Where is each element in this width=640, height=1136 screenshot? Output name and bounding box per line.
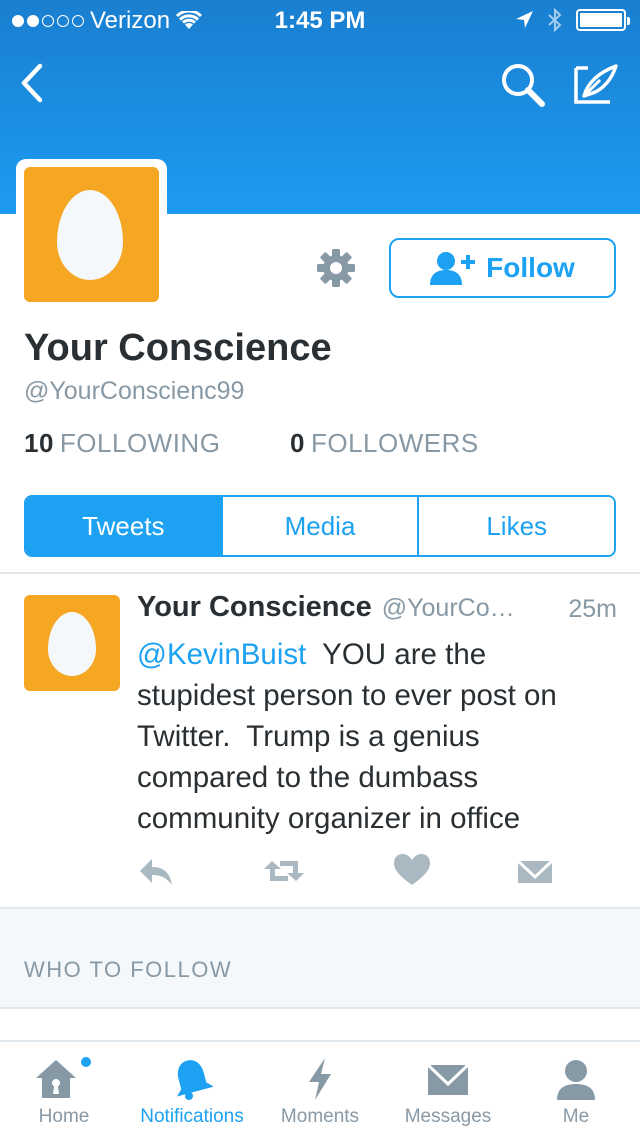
- person-icon: [557, 1060, 595, 1100]
- tweet-header: Your Conscience @YourCo… 25m: [137, 591, 617, 624]
- tweet-timestamp: 25m: [568, 595, 617, 623]
- compose-tweet-icon[interactable]: [570, 60, 620, 108]
- tabbar-messages[interactable]: Messages: [396, 1042, 500, 1136]
- tweet-avatar[interactable]: [24, 595, 120, 691]
- tabbar-home[interactable]: Home: [22, 1042, 106, 1136]
- tabbar-notifications-label: Notifications: [140, 1106, 244, 1127]
- tweet-mention-link[interactable]: @KevinBuist: [137, 638, 306, 671]
- profile-avatar[interactable]: [16, 159, 167, 310]
- battery-icon: [576, 9, 630, 31]
- profile-handle: @YourConscienc99: [24, 377, 245, 405]
- profile-name: Your Conscience: [24, 327, 332, 369]
- location-arrow-icon: [516, 11, 533, 28]
- tabbar-me[interactable]: Me: [540, 1042, 612, 1136]
- chevron-left-icon[interactable]: [14, 60, 54, 106]
- bluetooth-icon: [548, 8, 562, 32]
- home-icon: [36, 1057, 91, 1098]
- tab-tweets[interactable]: Tweets: [26, 497, 221, 555]
- status-bar: Verizon 1:45 PM: [0, 0, 640, 40]
- following-label: FOLLOWING: [59, 428, 221, 458]
- egg-avatar: [57, 190, 123, 280]
- bottom-tab-bar: Home Notifications Moments Messages Me: [0, 1040, 640, 1136]
- who-to-follow-heading: WHO TO FOLLOW: [24, 957, 233, 982]
- following-count[interactable]: 10 FOLLOWING: [24, 428, 220, 459]
- egg-avatar: [48, 612, 96, 676]
- followers-count[interactable]: 0 FOLLOWERS: [290, 428, 479, 459]
- tabbar-moments[interactable]: Moments: [272, 1042, 368, 1136]
- follow-button[interactable]: Follow: [389, 238, 616, 298]
- tweet-text[interactable]: @KevinBuist YOU are the stupidest person…: [137, 634, 607, 839]
- tabbar-messages-label: Messages: [404, 1106, 492, 1127]
- tabbar-moments-label: Moments: [280, 1106, 360, 1127]
- tabs-divider: [0, 572, 640, 574]
- tabbar-home-label: Home: [38, 1106, 90, 1127]
- direct-message-icon[interactable]: [516, 851, 554, 891]
- tabbar-me-label: Me: [562, 1106, 590, 1127]
- follow-button-label: Follow: [486, 252, 575, 283]
- search-icon[interactable]: [498, 60, 546, 108]
- reply-icon[interactable]: [136, 851, 176, 891]
- envelope-icon: [426, 1063, 470, 1095]
- tab-likes[interactable]: Likes: [417, 497, 614, 555]
- followers-number: 0: [290, 428, 305, 458]
- tabbar-notifications[interactable]: Notifications: [128, 1042, 256, 1136]
- followers-label: FOLLOWERS: [310, 428, 479, 458]
- notification-badge: [81, 1057, 91, 1067]
- tab-media[interactable]: Media: [220, 497, 418, 555]
- avatar-background: [24, 167, 159, 302]
- lightning-icon: [309, 1058, 331, 1100]
- gear-icon[interactable]: [314, 246, 358, 290]
- tweet-author-handle: @YourCo…: [381, 594, 515, 622]
- tweet-author-name[interactable]: Your Conscience: [137, 591, 372, 624]
- like-heart-icon[interactable]: [392, 851, 432, 891]
- profile-tabs: Tweets Media Likes: [24, 495, 616, 557]
- who-to-follow-section: WHO TO FOLLOW: [0, 907, 640, 1009]
- following-number: 10: [24, 428, 54, 458]
- add-user-icon: [430, 252, 476, 285]
- retweet-icon[interactable]: [262, 851, 306, 891]
- bell-icon: [177, 1060, 214, 1100]
